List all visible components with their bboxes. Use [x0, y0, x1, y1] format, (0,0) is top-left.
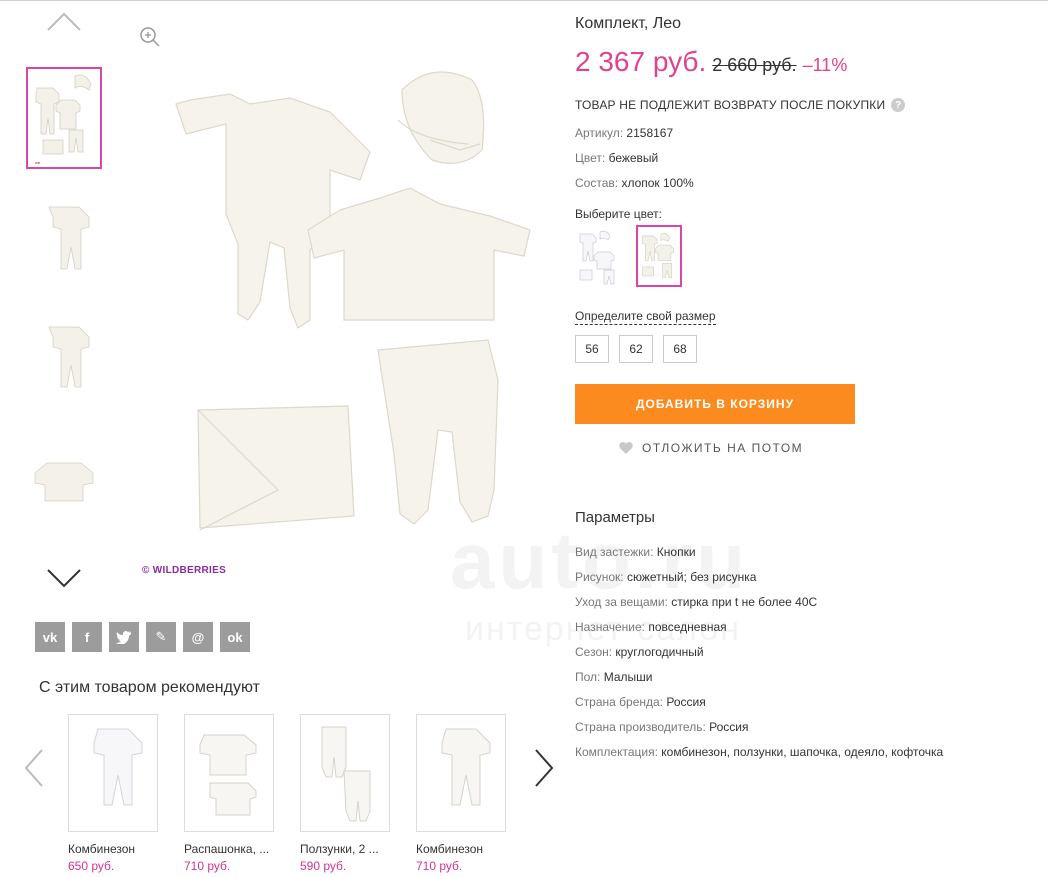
- param-row: Вид застежки: Кнопки: [575, 545, 696, 559]
- recommend-item-name[interactable]: Комбинезон: [68, 842, 168, 856]
- param-key: Назначение:: [575, 620, 646, 634]
- jacket-thumbnail-icon: [34, 462, 94, 502]
- save-for-later-label: ОТЛОЖИТЬ НА ПОТОМ: [642, 441, 804, 455]
- color-label: Цвет:: [575, 151, 606, 165]
- set-thumbnail-icon: WB: [35, 74, 92, 165]
- size-option[interactable]: 62: [619, 335, 653, 363]
- thumbnail-overall[interactable]: [26, 188, 102, 290]
- param-value: Малыши: [603, 670, 653, 684]
- recommend-item[interactable]: Комбинезон 710 руб.: [416, 714, 508, 873]
- social-share-bar: vk f ✎ @ ok: [35, 622, 250, 652]
- recommend-item[interactable]: Комбинезон 650 руб.: [68, 714, 160, 873]
- help-icon[interactable]: ?: [891, 98, 906, 112]
- save-for-later-button[interactable]: ОТЛОЖИТЬ НА ПОТОМ: [618, 441, 803, 455]
- livejournal-share-icon[interactable]: ✎: [146, 622, 176, 652]
- param-key: Сезон:: [575, 645, 613, 659]
- choose-color-label: Выберите цвет:: [575, 207, 663, 221]
- size-guide-link[interactable]: Определите свой размер: [575, 309, 716, 325]
- article-value: 2158167: [626, 126, 674, 140]
- param-value: сюжетный; без рисунка: [626, 570, 757, 584]
- param-row: Страна производитель: Россия: [575, 720, 748, 734]
- no-return-notice: ТОВАР НЕ ПОДЛЕЖИТ ВОЗВРАТУ ПОСЛЕ ПОКУПКИ…: [575, 98, 906, 112]
- price-row: 2 367 руб. 2 660 руб. –11%: [575, 46, 847, 78]
- product-title: Комплект, Лео: [575, 15, 682, 32]
- param-value: Россия: [666, 695, 706, 709]
- recommend-item[interactable]: Распашонка, ... 710 руб.: [184, 714, 276, 873]
- param-row: Сезон: круглогодичный: [575, 645, 704, 659]
- thumbnail-set[interactable]: WB: [26, 67, 102, 169]
- param-value: стирка при t не более 40С: [671, 595, 818, 609]
- current-price: 2 367 руб.: [575, 46, 707, 77]
- thumbnail-overall-2[interactable]: [26, 306, 102, 408]
- thumbnail-jacket[interactable]: [26, 426, 102, 528]
- param-key: Комплектация:: [575, 745, 658, 759]
- color-option-white[interactable]: [575, 225, 621, 287]
- recommend-item-name[interactable]: Комбинезон: [416, 842, 516, 856]
- overall-thumbnail-icon: [48, 326, 90, 388]
- thumb-up-arrow-icon[interactable]: [46, 10, 82, 32]
- param-value: повседневная: [648, 620, 727, 634]
- param-row: Рисунок: сюжетный; без рисунка: [575, 570, 756, 584]
- param-key: Пол:: [575, 670, 601, 684]
- color-option-beige[interactable]: [636, 225, 682, 287]
- zoom-icon[interactable]: [139, 26, 161, 48]
- param-value: Кнопки: [656, 545, 696, 559]
- recommend-item-image[interactable]: [416, 714, 506, 832]
- param-row: Пол: Малыши: [575, 670, 652, 684]
- vk-share-icon[interactable]: vk: [35, 622, 65, 652]
- composition-row: Состав: хлопок 100%: [575, 176, 694, 190]
- size-option[interactable]: 68: [663, 335, 697, 363]
- overall-thumbnail-icon: [48, 206, 90, 270]
- recommend-item-name[interactable]: Ползунки, 2 ...: [300, 842, 400, 856]
- param-row: Комплектация: комбинезон, ползунки, шапо…: [575, 745, 943, 759]
- recommend-item-price: 710 руб.: [416, 859, 463, 873]
- brand-watermark: © WILDBERRIES: [142, 565, 227, 576]
- param-row: Назначение: повседневная: [575, 620, 727, 634]
- site-watermark: auto.ru: [450, 516, 750, 605]
- param-row: Уход за вещами: стирка при t не более 40…: [575, 595, 817, 609]
- param-key: Уход за вещами:: [575, 595, 668, 609]
- twitter-share-icon[interactable]: [109, 622, 139, 652]
- odnoklassniki-share-icon[interactable]: ok: [220, 622, 250, 652]
- recommend-title: С этим товаром рекомендуют: [39, 679, 260, 696]
- add-to-cart-button[interactable]: ДОБАВИТЬ В КОРЗИНУ: [575, 384, 855, 424]
- discount-badge: –11%: [802, 55, 848, 75]
- color-row: Цвет: бежевый: [575, 151, 658, 165]
- recommend-item-image[interactable]: [184, 714, 274, 832]
- composition-value: хлопок 100%: [621, 176, 694, 190]
- recommend-item[interactable]: Ползунки, 2 ... 590 руб.: [300, 714, 392, 873]
- param-key: Вид застежки:: [575, 545, 654, 559]
- params-title: Параметры: [575, 509, 655, 526]
- recommend-item-price: 590 руб.: [300, 859, 347, 873]
- param-value: комбинезон, ползунки, шапочка, одеяло, к…: [661, 745, 944, 759]
- param-row: Страна бренда: Россия: [575, 695, 706, 709]
- recommend-item-price: 650 руб.: [68, 859, 115, 873]
- param-key: Страна бренда:: [575, 695, 664, 709]
- param-value: круглогодичный: [615, 645, 704, 659]
- color-value: бежевый: [608, 151, 659, 165]
- article-label: Артикул:: [575, 126, 624, 140]
- thumb-down-arrow-icon[interactable]: [46, 566, 82, 588]
- composition-label: Состав:: [575, 176, 619, 190]
- param-value: Россия: [709, 720, 749, 734]
- recommend-next-arrow-icon[interactable]: [532, 748, 556, 788]
- recommend-item-price: 710 руб.: [184, 859, 231, 873]
- no-return-text: ТОВАР НЕ ПОДЛЕЖИТ ВОЗВРАТУ ПОСЛЕ ПОКУПКИ: [575, 98, 886, 112]
- recommend-prev-arrow-icon[interactable]: [22, 748, 46, 788]
- old-price: 2 660 руб.: [712, 55, 797, 75]
- facebook-share-icon[interactable]: f: [72, 622, 102, 652]
- param-key: Страна производитель:: [575, 720, 706, 734]
- size-option[interactable]: 56: [575, 335, 609, 363]
- email-share-icon[interactable]: @: [183, 622, 213, 652]
- recommend-item-image[interactable]: [68, 714, 158, 832]
- recommend-item-name[interactable]: Распашонка, ...: [184, 842, 284, 856]
- heart-icon: [619, 442, 633, 454]
- article-row: Артикул: 2158167: [575, 126, 673, 140]
- recommend-item-image[interactable]: [300, 714, 390, 832]
- svg-text:WB: WB: [35, 161, 40, 165]
- param-key: Рисунок:: [575, 570, 624, 584]
- product-main-image[interactable]: [130, 60, 550, 550]
- top-divider: [0, 0, 1048, 1]
